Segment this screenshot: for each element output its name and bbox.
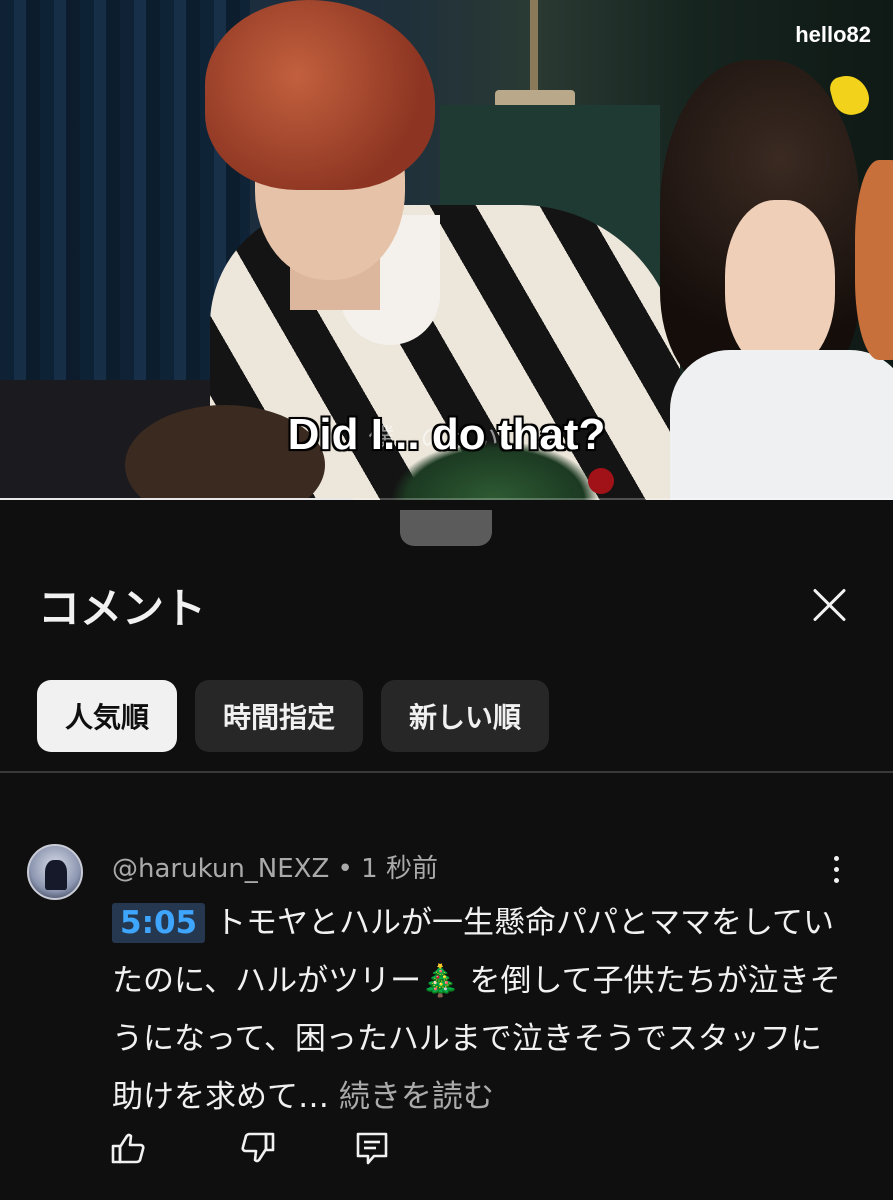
comment-time: 1 秒前 [361,854,438,884]
comment-author[interactable]: @harukun_NEXZ [112,854,329,884]
read-more-link[interactable]: 続きを読む [339,1079,494,1115]
sort-chips: 人気順 時間指定 新しい順 [37,680,550,752]
like-icon[interactable] [108,1128,148,1168]
avatar[interactable] [27,844,83,900]
comments-title: コメント [38,584,207,633]
close-icon[interactable] [805,581,855,631]
ornament [588,468,614,494]
progress-bar-fill [0,498,353,500]
comment-meta: @harukun_NEXZ • 1 秒前 [112,848,438,885]
chip-popular[interactable]: 人気順 [37,680,178,752]
comments-sheet: コメント 人気順 時間指定 新しい順 @harukun_NEXZ • 1 秒前 … [0,503,893,1200]
meta-separator: • [329,854,362,884]
chip-timed[interactable]: 時間指定 [195,680,364,752]
reply-icon[interactable] [352,1128,392,1168]
divider [0,771,893,773]
more-options-icon[interactable] [826,856,846,892]
dislike-icon[interactable] [238,1128,278,1168]
video-subtitle: Did I... do that? [287,410,606,459]
timestamp-link[interactable]: 5:05 [112,903,206,943]
progress-bar[interactable] [0,498,893,500]
video-player[interactable]: hello82 僕…のせい？ Did I... do that? [0,0,893,500]
comment-actions [108,1128,408,1168]
chip-newest[interactable]: 新しい順 [381,680,550,752]
video-person-edge [855,160,893,360]
channel-watermark: hello82 [795,22,871,47]
comment-text: 5:05 トモヤとハルが一生懸命パパとママをしていたのに、ハルがツリー🎄 を倒し… [112,894,852,1126]
drag-handle[interactable] [400,510,492,546]
